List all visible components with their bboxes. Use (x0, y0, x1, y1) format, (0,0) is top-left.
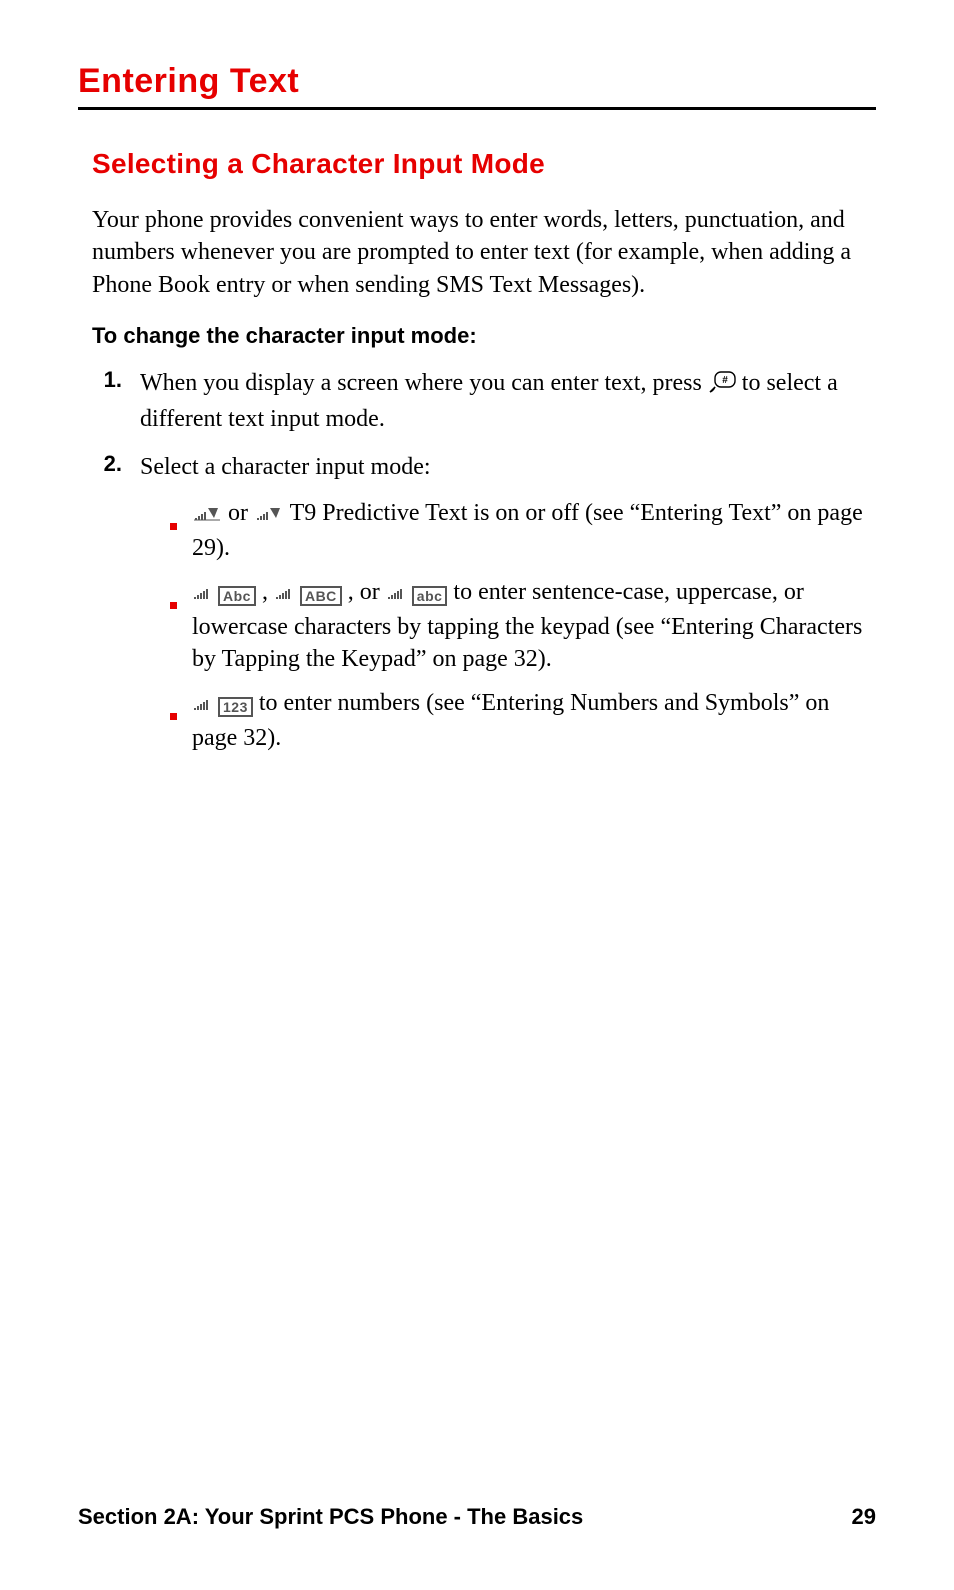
bullet-body: 123 to enter numbers (see “Entering Numb… (192, 687, 876, 754)
mode-abc-lower-icon: abc (412, 586, 448, 606)
subheading-selecting-mode: Selecting a Character Input Mode (92, 148, 876, 180)
bullet-abc-comma-or: , or (348, 579, 386, 605)
ordered-steps: 1. When you display a screen where you c… (92, 367, 876, 766)
step-2-text: Select a character input mode: (140, 454, 431, 480)
heading-entering-text: Entering Text (78, 62, 876, 110)
step-1-text-before: When you display a screen where you can … (140, 370, 708, 396)
footer-page-number: 29 (852, 1504, 876, 1530)
page-footer: Section 2A: Your Sprint PCS Phone - The … (78, 1504, 876, 1530)
step-number: 2. (92, 451, 140, 766)
bullet-123: 123 to enter numbers (see “Entering Numb… (140, 687, 876, 754)
bullet-body: Abc , ABC , or abc to enter sen (192, 576, 876, 675)
footer-section-label: Section 2A: Your Sprint PCS Phone - The … (78, 1504, 583, 1530)
step-2: 2. Select a character input mode: (92, 451, 876, 766)
step-body: Select a character input mode: (140, 451, 876, 766)
signal-icon (386, 578, 406, 610)
mode-abc-upper-icon: ABC (300, 586, 342, 606)
bullet-marker (170, 497, 192, 564)
bullet-t9: or T9 Predictive Text is on or off (see … (140, 497, 876, 564)
bullet-body: or T9 Predictive Text is on or off (see … (192, 497, 876, 564)
svg-text:#: # (722, 375, 728, 386)
mode-123-icon: 123 (218, 697, 253, 717)
signal-pencil-off-icon (254, 499, 284, 531)
bullet-abc-comma1: , (262, 579, 274, 605)
pound-key-icon: # (708, 370, 736, 402)
step-1: 1. When you display a screen where you c… (92, 367, 876, 435)
bullet-t9-or: or (228, 500, 254, 526)
bullet-marker (170, 576, 192, 675)
signal-icon (192, 689, 212, 721)
step-body: When you display a screen where you can … (140, 367, 876, 435)
bullet-abc: Abc , ABC , or abc to enter sen (140, 576, 876, 675)
bullet-marker (170, 687, 192, 754)
signal-icon (274, 578, 294, 610)
bullet-123-tail: to enter numbers (see “Entering Numbers … (192, 690, 829, 750)
intro-paragraph: Your phone provides convenient ways to e… (92, 204, 876, 301)
step-number: 1. (92, 367, 140, 435)
signal-icon (192, 578, 212, 610)
bullet-t9-tail: T9 Predictive Text is on or off (see “En… (192, 500, 863, 560)
instruction-label: To change the character input mode: (92, 323, 876, 349)
mode-abc-mixed-icon: Abc (218, 586, 256, 606)
signal-pencil-icon (192, 499, 222, 531)
document-page: Entering Text Selecting a Character Inpu… (0, 0, 954, 1590)
bullet-list: or T9 Predictive Text is on or off (see … (140, 497, 876, 754)
